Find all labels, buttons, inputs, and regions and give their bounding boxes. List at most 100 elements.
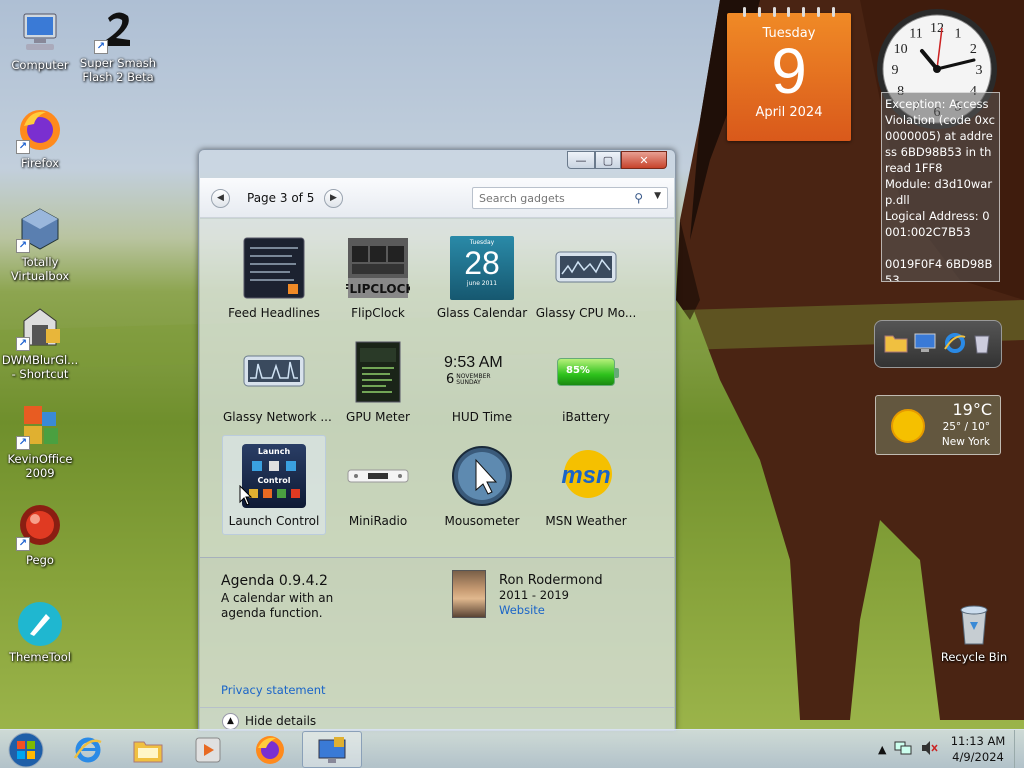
gadget-tile-feed-headlines[interactable]: Feed Headlines: [222, 227, 326, 327]
desktop-icon-virtualbox[interactable]: ↗ Totally Virtualbox: [0, 205, 80, 283]
show-desktop-button[interactable]: [1014, 730, 1024, 768]
computer-icon: [16, 8, 64, 56]
internet-explorer-icon[interactable]: [943, 331, 967, 358]
dwmblur-icon: ↗: [16, 303, 64, 351]
clock-numeral: 3: [976, 63, 983, 78]
window-titlebar[interactable]: — ▢ ✕: [199, 150, 675, 178]
gadget-tile-hud-time[interactable]: 9:53 AM 6 NOVEMBER SUNDAY HUD Time: [430, 331, 534, 431]
gadget-details-pane: Agenda 0.9.4.2 A calendar with an agenda…: [200, 557, 674, 707]
calendar-day: 9: [771, 35, 807, 107]
desktop-icon-pego[interactable]: ↗ Pego: [0, 503, 80, 567]
office-icon: ↗: [16, 402, 64, 450]
file-explorer-icon: [133, 741, 163, 762]
show-hidden-icons-icon[interactable]: ▲: [878, 743, 886, 756]
search-icon[interactable]: ⚲: [634, 191, 643, 205]
launch-control-gadget[interactable]: [874, 320, 1002, 368]
weather-gadget[interactable]: 19°C 25° / 10° New York: [875, 395, 1001, 455]
prev-page-button[interactable]: ◀: [211, 189, 230, 208]
desktop-icon-recycle-bin[interactable]: Recycle Bin: [934, 600, 1014, 664]
author-website-link[interactable]: Website: [499, 603, 545, 617]
msn-weather-icon: msn: [554, 444, 618, 508]
privacy-statement-link[interactable]: Privacy statement: [221, 683, 326, 697]
close-button[interactable]: ✕: [621, 151, 667, 169]
mousometer-icon: [450, 444, 514, 508]
gadget-tile-glassy-network[interactable]: Glassy Network ...: [222, 331, 332, 431]
maximize-button[interactable]: ▢: [595, 151, 621, 169]
gadget-tile-launch-control[interactable]: Launch Control Launch Control: [222, 435, 326, 535]
desktop-icon-firefox[interactable]: ↗ Firefox: [0, 106, 80, 170]
minimize-button[interactable]: —: [567, 151, 595, 169]
taskbar-clock[interactable]: 11:13 AM 4/9/2024: [946, 733, 1010, 765]
start-button[interactable]: [6, 730, 46, 768]
recycle-bin-icon: [950, 600, 998, 648]
weather-temp: 19°C: [952, 400, 992, 419]
volume-muted-icon[interactable]: [920, 740, 939, 759]
desktop-icon-label: Pego: [26, 553, 54, 567]
windows-logo-icon: [8, 732, 44, 767]
flipclock-icon: FLIPCLOCK: [341, 236, 415, 300]
clock-numeral: 2: [970, 42, 977, 57]
search-input[interactable]: [473, 188, 623, 208]
chevron-down-icon[interactable]: ▼: [654, 191, 661, 201]
desktop-icon-label: Super Smash Flash 2 Beta: [79, 56, 157, 84]
clock-numeral: 11: [909, 27, 922, 42]
next-page-button[interactable]: ▶: [324, 189, 343, 208]
clock-numeral: 1: [955, 27, 962, 42]
desktop-icon-label: DWMBlurGl... - Shortcut: [1, 353, 79, 381]
desktop-icon-ssf2[interactable]: ↗ Super Smash Flash 2 Beta: [78, 6, 158, 84]
gadget-tile-ibattery[interactable]: 85% iBattery: [534, 331, 638, 431]
network-icon[interactable]: [894, 740, 912, 759]
clock-numeral: 9: [892, 63, 899, 78]
detail-description: A calendar with an agenda function.: [221, 591, 334, 620]
internet-explorer-icon: [73, 737, 102, 762]
desktop-icon-kevinoffice[interactable]: ↗ KevinOffice 2009: [0, 402, 80, 480]
taskbar-file-explorer[interactable]: [118, 731, 178, 768]
recycle-bin-icon[interactable]: [972, 332, 992, 357]
mouse-cursor-icon: [239, 485, 253, 506]
gadget-name: iBattery: [562, 410, 610, 424]
desktop-icon-dwmblur[interactable]: ↗ DWMBlurGl... - Shortcut: [0, 303, 80, 381]
glassy-cpu-icon: [554, 236, 618, 300]
launch-control-row2: [246, 489, 302, 498]
gadget-tile-miniradio[interactable]: MiniRadio: [326, 435, 430, 535]
taskbar-internet-explorer[interactable]: [58, 731, 118, 768]
gadget-name: HUD Time: [451, 410, 513, 424]
weather-range: 25° / 10°: [942, 421, 990, 433]
calendar-gadget[interactable]: Tuesday 9 April 2024: [727, 7, 851, 141]
gadget-tile-flipclock[interactable]: FLIPCLOCK FlipClock: [326, 227, 430, 327]
desktop-icon-label: Computer: [11, 58, 69, 72]
gadget-name: Glass Calendar: [436, 306, 528, 320]
desktop-icon-themetool[interactable]: ThemeTool: [0, 600, 80, 664]
detail-gadget-name: Agenda 0.9.4.2: [221, 573, 328, 589]
hide-details-bar[interactable]: ▲ Hide details: [200, 707, 674, 731]
taskbar-gadgets[interactable]: [302, 731, 362, 768]
gadget-tile-glass-calendar[interactable]: Tuesday 28 june 2011 Glass Calendar: [430, 227, 534, 327]
folder-icon[interactable]: [884, 332, 908, 357]
shortcut-arrow-icon: ↗: [16, 337, 30, 351]
sun-icon: [891, 409, 925, 443]
svg-text:FLIPCLOCK: FLIPCLOCK: [346, 282, 410, 296]
desktop-icon-computer[interactable]: Computer: [0, 8, 80, 72]
gadget-tile-glassy-cpu[interactable]: Glassy CPU Mo...: [534, 227, 638, 327]
glass-calendar-day: 28: [464, 245, 500, 281]
launch-control-title: Launch: [257, 447, 291, 456]
hide-details-label[interactable]: Hide details: [245, 714, 316, 728]
gadget-tile-mousometer[interactable]: Mousometer: [430, 435, 534, 535]
taskbar-firefox[interactable]: [240, 731, 300, 768]
shortcut-arrow-icon: ↗: [94, 40, 108, 54]
feed-headlines-icon: [242, 236, 306, 300]
computer-icon[interactable]: [913, 332, 937, 357]
chevron-up-icon[interactable]: ▲: [222, 713, 239, 730]
shortcut-arrow-icon: ↗: [16, 140, 30, 154]
taskbar-media-player[interactable]: [178, 731, 238, 768]
gadget-name: Mousometer: [444, 514, 520, 528]
search-box[interactable]: ⚲ ▼: [472, 187, 668, 209]
gadget-tile-msn-weather[interactable]: msn MSN Weather: [534, 435, 638, 535]
media-player-icon: [195, 737, 221, 762]
shortcut-arrow-icon: ↗: [16, 239, 30, 253]
gadget-name: Feed Headlines: [228, 306, 320, 320]
gadget-tile-gpu-meter[interactable]: GPU Meter: [326, 331, 430, 431]
gadget-grid: Feed Headlines FLIPCLOCK FlipClock Tuesd…: [200, 219, 674, 557]
firefox-icon: ↗: [16, 106, 64, 154]
themetool-icon: [16, 600, 64, 648]
